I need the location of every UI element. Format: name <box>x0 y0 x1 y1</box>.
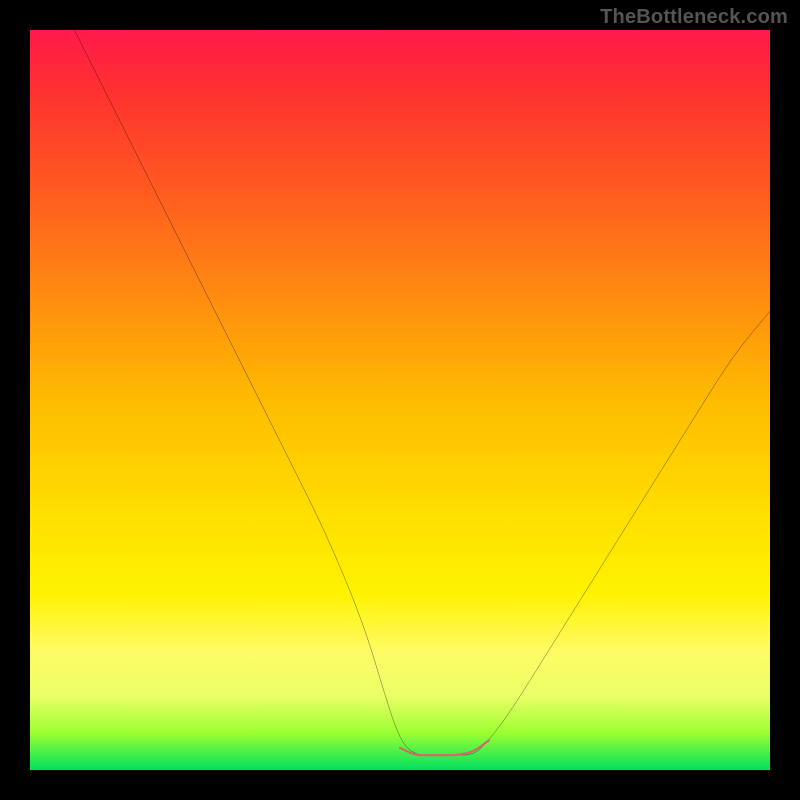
chart-container: TheBottleneck.com <box>0 0 800 800</box>
watermark-text: TheBottleneck.com <box>600 6 788 29</box>
plot-area <box>30 30 770 770</box>
floor-band <box>400 740 489 755</box>
bottleneck-curve <box>74 30 770 755</box>
chart-svg <box>30 30 770 770</box>
